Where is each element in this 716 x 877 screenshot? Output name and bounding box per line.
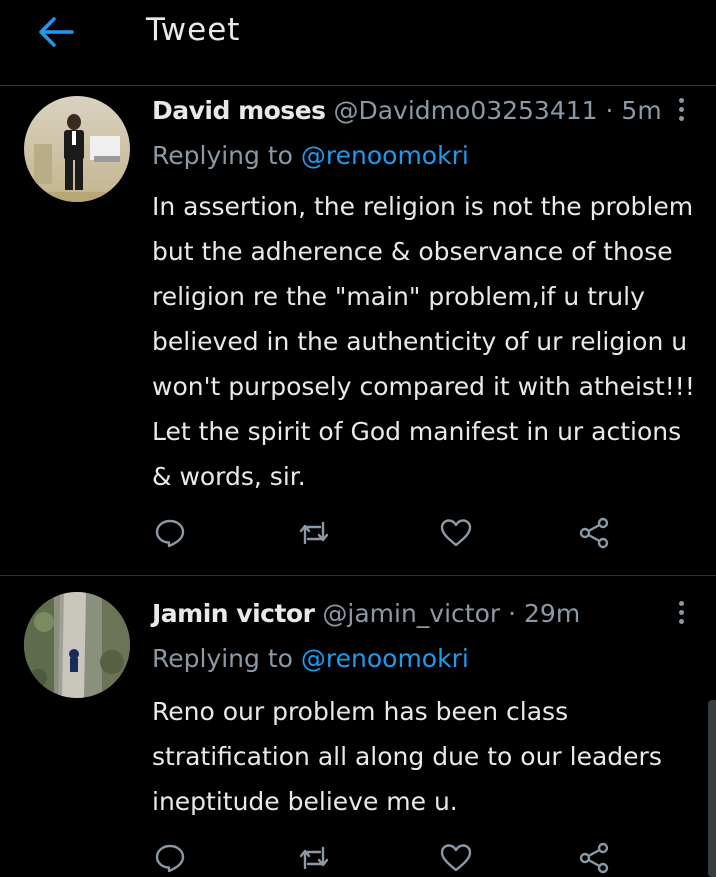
more-vertical-icon	[676, 601, 686, 624]
share-icon	[579, 842, 609, 874]
more-options-button[interactable]	[676, 601, 686, 629]
top-bar: Tweet	[0, 0, 716, 86]
reply-bubble-icon	[155, 519, 185, 548]
share-icon	[579, 517, 609, 549]
timestamp[interactable]: 29m	[524, 599, 580, 628]
arrow-left-icon	[39, 17, 74, 47]
separator-dot: ·	[508, 599, 517, 628]
retweet-button[interactable]	[296, 515, 336, 555]
avatar[interactable]	[24, 592, 130, 698]
replying-prefix: Replying to	[152, 644, 293, 673]
back-button[interactable]	[34, 12, 78, 52]
replying-prefix: Replying to	[152, 141, 293, 170]
scrollbar-thumb[interactable]	[708, 700, 716, 877]
reply-bubble-icon	[155, 844, 185, 873]
share-button[interactable]	[576, 840, 616, 877]
user-handle[interactable]: @Davidmo03253411	[333, 96, 597, 125]
avatar[interactable]	[24, 96, 130, 202]
user-handle[interactable]: @jamin_victor	[322, 599, 500, 628]
timestamp[interactable]: 5m	[621, 96, 661, 125]
like-button[interactable]	[438, 515, 478, 555]
mention-link[interactable]: @renoomokri	[301, 141, 469, 170]
retweet-icon	[299, 846, 329, 870]
replying-to: Replying to @renoomokri	[152, 141, 469, 170]
like-button[interactable]	[438, 840, 478, 877]
tweet-text: Reno our problem has been class stratifi…	[152, 697, 662, 816]
tweet-actions	[152, 515, 622, 555]
tweet-text: In assertion, the religion is not the pr…	[152, 192, 695, 491]
retweet-icon	[299, 521, 329, 545]
reply-tweet[interactable]: Jamin victor @jamin_victor · 29m Replyin…	[0, 577, 716, 877]
more-options-button[interactable]	[676, 98, 686, 126]
display-name[interactable]: David moses	[152, 96, 326, 125]
more-vertical-icon	[676, 98, 686, 121]
tweet-header: David moses @Davidmo03253411 · 5m	[152, 96, 662, 125]
reply-button[interactable]	[152, 515, 192, 555]
avatar-photo	[24, 96, 130, 202]
replying-to: Replying to @renoomokri	[152, 644, 469, 673]
display-name[interactable]: Jamin victor	[152, 599, 315, 628]
page-title: Tweet	[146, 12, 241, 48]
reply-button[interactable]	[152, 840, 192, 877]
separator-dot: ·	[605, 96, 614, 125]
tweet-actions	[152, 840, 622, 877]
tweet-header: Jamin victor @jamin_victor · 29m	[152, 599, 646, 628]
reply-tweet[interactable]: David moses @Davidmo03253411 · 5m Replyi…	[0, 86, 716, 576]
heart-icon	[440, 519, 472, 547]
share-button[interactable]	[576, 515, 616, 555]
retweet-button[interactable]	[296, 840, 336, 877]
mention-link[interactable]: @renoomokri	[301, 644, 469, 673]
heart-icon	[440, 844, 472, 872]
avatar-photo	[24, 592, 130, 698]
